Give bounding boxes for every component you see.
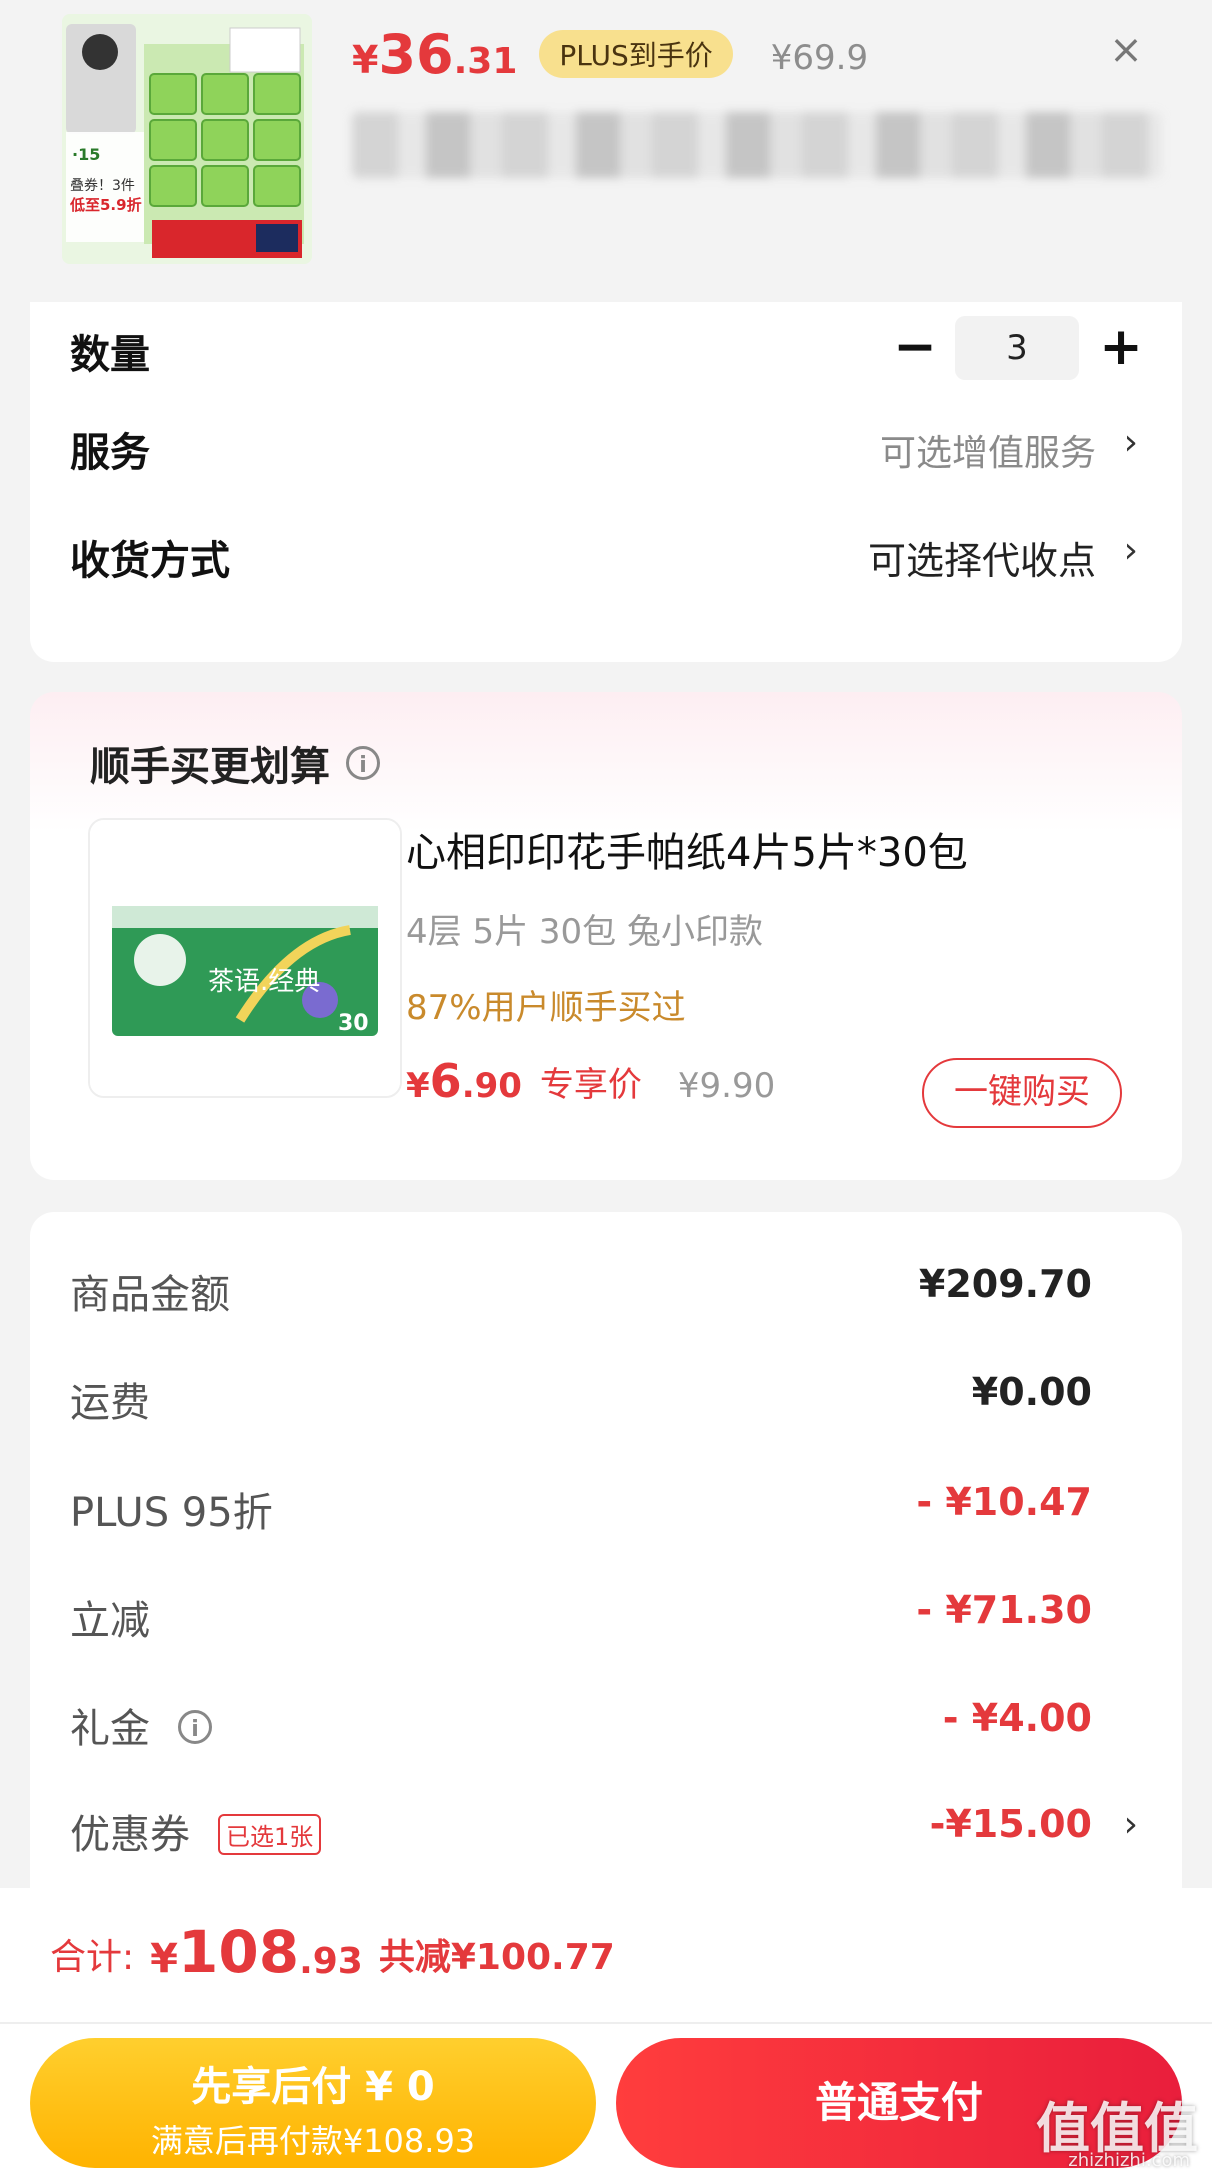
service-label: 服务 bbox=[70, 430, 150, 476]
summary-label: PLUS 95折 bbox=[70, 1490, 273, 1536]
info-icon[interactable]: i bbox=[178, 1710, 212, 1744]
total-saved: 共减¥100.77 bbox=[378, 1937, 615, 1978]
price-row: ¥36.31 PLUS到手价 ¥69.9 bbox=[352, 14, 868, 86]
addon-product-name[interactable]: 心相印印花手帕纸4片5片*30包 bbox=[406, 820, 968, 878]
addon-title: 顺手买更划算 bbox=[90, 744, 330, 790]
tissue-pack-image: 低至5.9折 ·15 叠券！3件 bbox=[62, 14, 312, 264]
box-label-text: 茶语.经典 bbox=[208, 967, 320, 997]
summary-value: - ¥71.30 bbox=[916, 1588, 1092, 1632]
chevron-right-icon: › bbox=[1123, 530, 1138, 571]
summary-row-instant-discount: 立减 - ¥71.30 bbox=[30, 1582, 1182, 1652]
summary-row-goods: 商品金额 ¥209.70 bbox=[30, 1256, 1182, 1326]
info-icon[interactable]: i bbox=[346, 746, 380, 780]
summary-value: -¥15.00 bbox=[929, 1802, 1092, 1846]
total-label: 合计: bbox=[50, 1937, 135, 1978]
pay-later-title: 先享后付 ¥ 0 bbox=[191, 2064, 435, 2110]
price-summary-card: 商品金额 ¥209.70 运费 ¥0.00 PLUS 95折 - ¥10.47 … bbox=[30, 1212, 1182, 1912]
addon-card: 顺手买更划算 i 茶语.经典 30 心相印印花手帕纸4片5片*30包 4层 5片… bbox=[30, 692, 1182, 1180]
quantity-minus-button[interactable]: − bbox=[890, 321, 940, 373]
summary-value: - ¥4.00 bbox=[942, 1696, 1092, 1740]
summary-label: 优惠券 bbox=[70, 1812, 190, 1858]
delivery-row[interactable]: 收货方式 可选择代收点 › bbox=[30, 510, 1182, 594]
summary-row-coupon[interactable]: 优惠券 已选1张 -¥15.00 › bbox=[30, 1796, 1182, 1866]
divider bbox=[0, 2022, 1212, 2024]
summary-label: 商品金额 bbox=[70, 1272, 230, 1318]
close-icon[interactable]: × bbox=[1104, 28, 1148, 72]
product-thumbnail[interactable]: 低至5.9折 ·15 叠券！3件 bbox=[62, 14, 312, 264]
chevron-right-icon: › bbox=[1123, 422, 1138, 463]
addon-price-integer: 6 bbox=[429, 1054, 462, 1108]
addon-header: 顺手买更划算 i bbox=[90, 734, 380, 792]
total-row: 合计: ¥ 108 .93 共减¥100.77 bbox=[50, 1918, 615, 1986]
addon-price-tag: 专享价 bbox=[539, 1065, 642, 1105]
chevron-right-icon: › bbox=[1123, 1804, 1138, 1845]
price-symbol: ¥ bbox=[352, 38, 379, 82]
box-count-text: 30 bbox=[338, 1011, 369, 1036]
addon-price-decimal: .90 bbox=[461, 1066, 522, 1106]
quantity-label: 数量 bbox=[70, 332, 150, 378]
quantity-plus-button[interactable]: + bbox=[1096, 321, 1146, 373]
service-row[interactable]: 服务 可选增值服务 › bbox=[30, 402, 1182, 486]
addon-product-spec: 4层 5片 30包 兔小印款 bbox=[406, 912, 763, 952]
summary-value: - ¥10.47 bbox=[916, 1480, 1092, 1524]
quantity-input[interactable]: 3 bbox=[955, 316, 1079, 380]
blurred-product-title bbox=[352, 112, 1162, 178]
summary-value: ¥209.70 bbox=[918, 1262, 1092, 1306]
price-integer: 36 bbox=[378, 23, 454, 86]
addon-price-symbol: ¥ bbox=[406, 1066, 430, 1106]
plus-price-badge: PLUS到手价 bbox=[539, 30, 733, 78]
total-symbol: ¥ bbox=[150, 1936, 178, 1982]
delivery-value: 可选择代收点 bbox=[867, 539, 1096, 583]
thumb-discount-text: 低至5.9折 bbox=[69, 196, 142, 214]
pay-later-button[interactable]: 先享后付 ¥ 0 满意后再付款¥108.93 bbox=[30, 2038, 596, 2168]
summary-row-shipping: 运费 ¥0.00 bbox=[30, 1364, 1182, 1434]
summary-value: ¥0.00 bbox=[971, 1370, 1092, 1414]
thumb-count-text: ·15 bbox=[72, 145, 100, 164]
watermark-url: zhizhizhi.com bbox=[1068, 2150, 1190, 2171]
total-integer: 108 bbox=[177, 1918, 300, 1986]
summary-row-plus-discount: PLUS 95折 - ¥10.47 bbox=[30, 1474, 1182, 1544]
current-price: ¥36.31 bbox=[352, 23, 517, 86]
pay-later-subtitle: 满意后再付款¥108.93 bbox=[150, 2122, 476, 2160]
coupon-selected-tag: 已选1张 bbox=[218, 1814, 322, 1855]
summary-label: 立减 bbox=[70, 1598, 150, 1644]
price-decimal: .31 bbox=[453, 41, 518, 82]
product-header: 低至5.9折 ·15 叠券！3件 ¥36.31 PLUS到手价 ¥69.9 × bbox=[0, 0, 1212, 300]
summary-row-gift-money: 礼金 i - ¥4.00 bbox=[30, 1690, 1182, 1760]
tissue-box-image: 茶语.经典 30 bbox=[90, 820, 400, 1096]
one-click-buy-button[interactable]: 一键购买 bbox=[922, 1058, 1122, 1128]
service-value: 可选增值服务 bbox=[879, 433, 1096, 474]
total-decimal: .93 bbox=[299, 1941, 363, 1982]
summary-label: 运费 bbox=[70, 1380, 150, 1426]
thumb-promo-text: 叠券！3件 bbox=[70, 178, 135, 194]
addon-price: ¥6.90 bbox=[406, 1054, 522, 1108]
addon-price-row: ¥6.90 专享价 ¥9.90 bbox=[406, 1054, 775, 1108]
summary-label: 礼金 bbox=[70, 1706, 150, 1752]
addon-original-price: ¥9.90 bbox=[677, 1066, 776, 1106]
delivery-label: 收货方式 bbox=[70, 538, 230, 584]
options-card: 数量 − 3 + 服务 可选增值服务 › 收货方式 可选择代收点 › bbox=[30, 302, 1182, 662]
addon-purchase-hint: 87%用户顺手买过 bbox=[406, 988, 686, 1028]
original-price: ¥69.9 bbox=[770, 38, 869, 78]
addon-product-image[interactable]: 茶语.经典 30 bbox=[88, 818, 402, 1098]
